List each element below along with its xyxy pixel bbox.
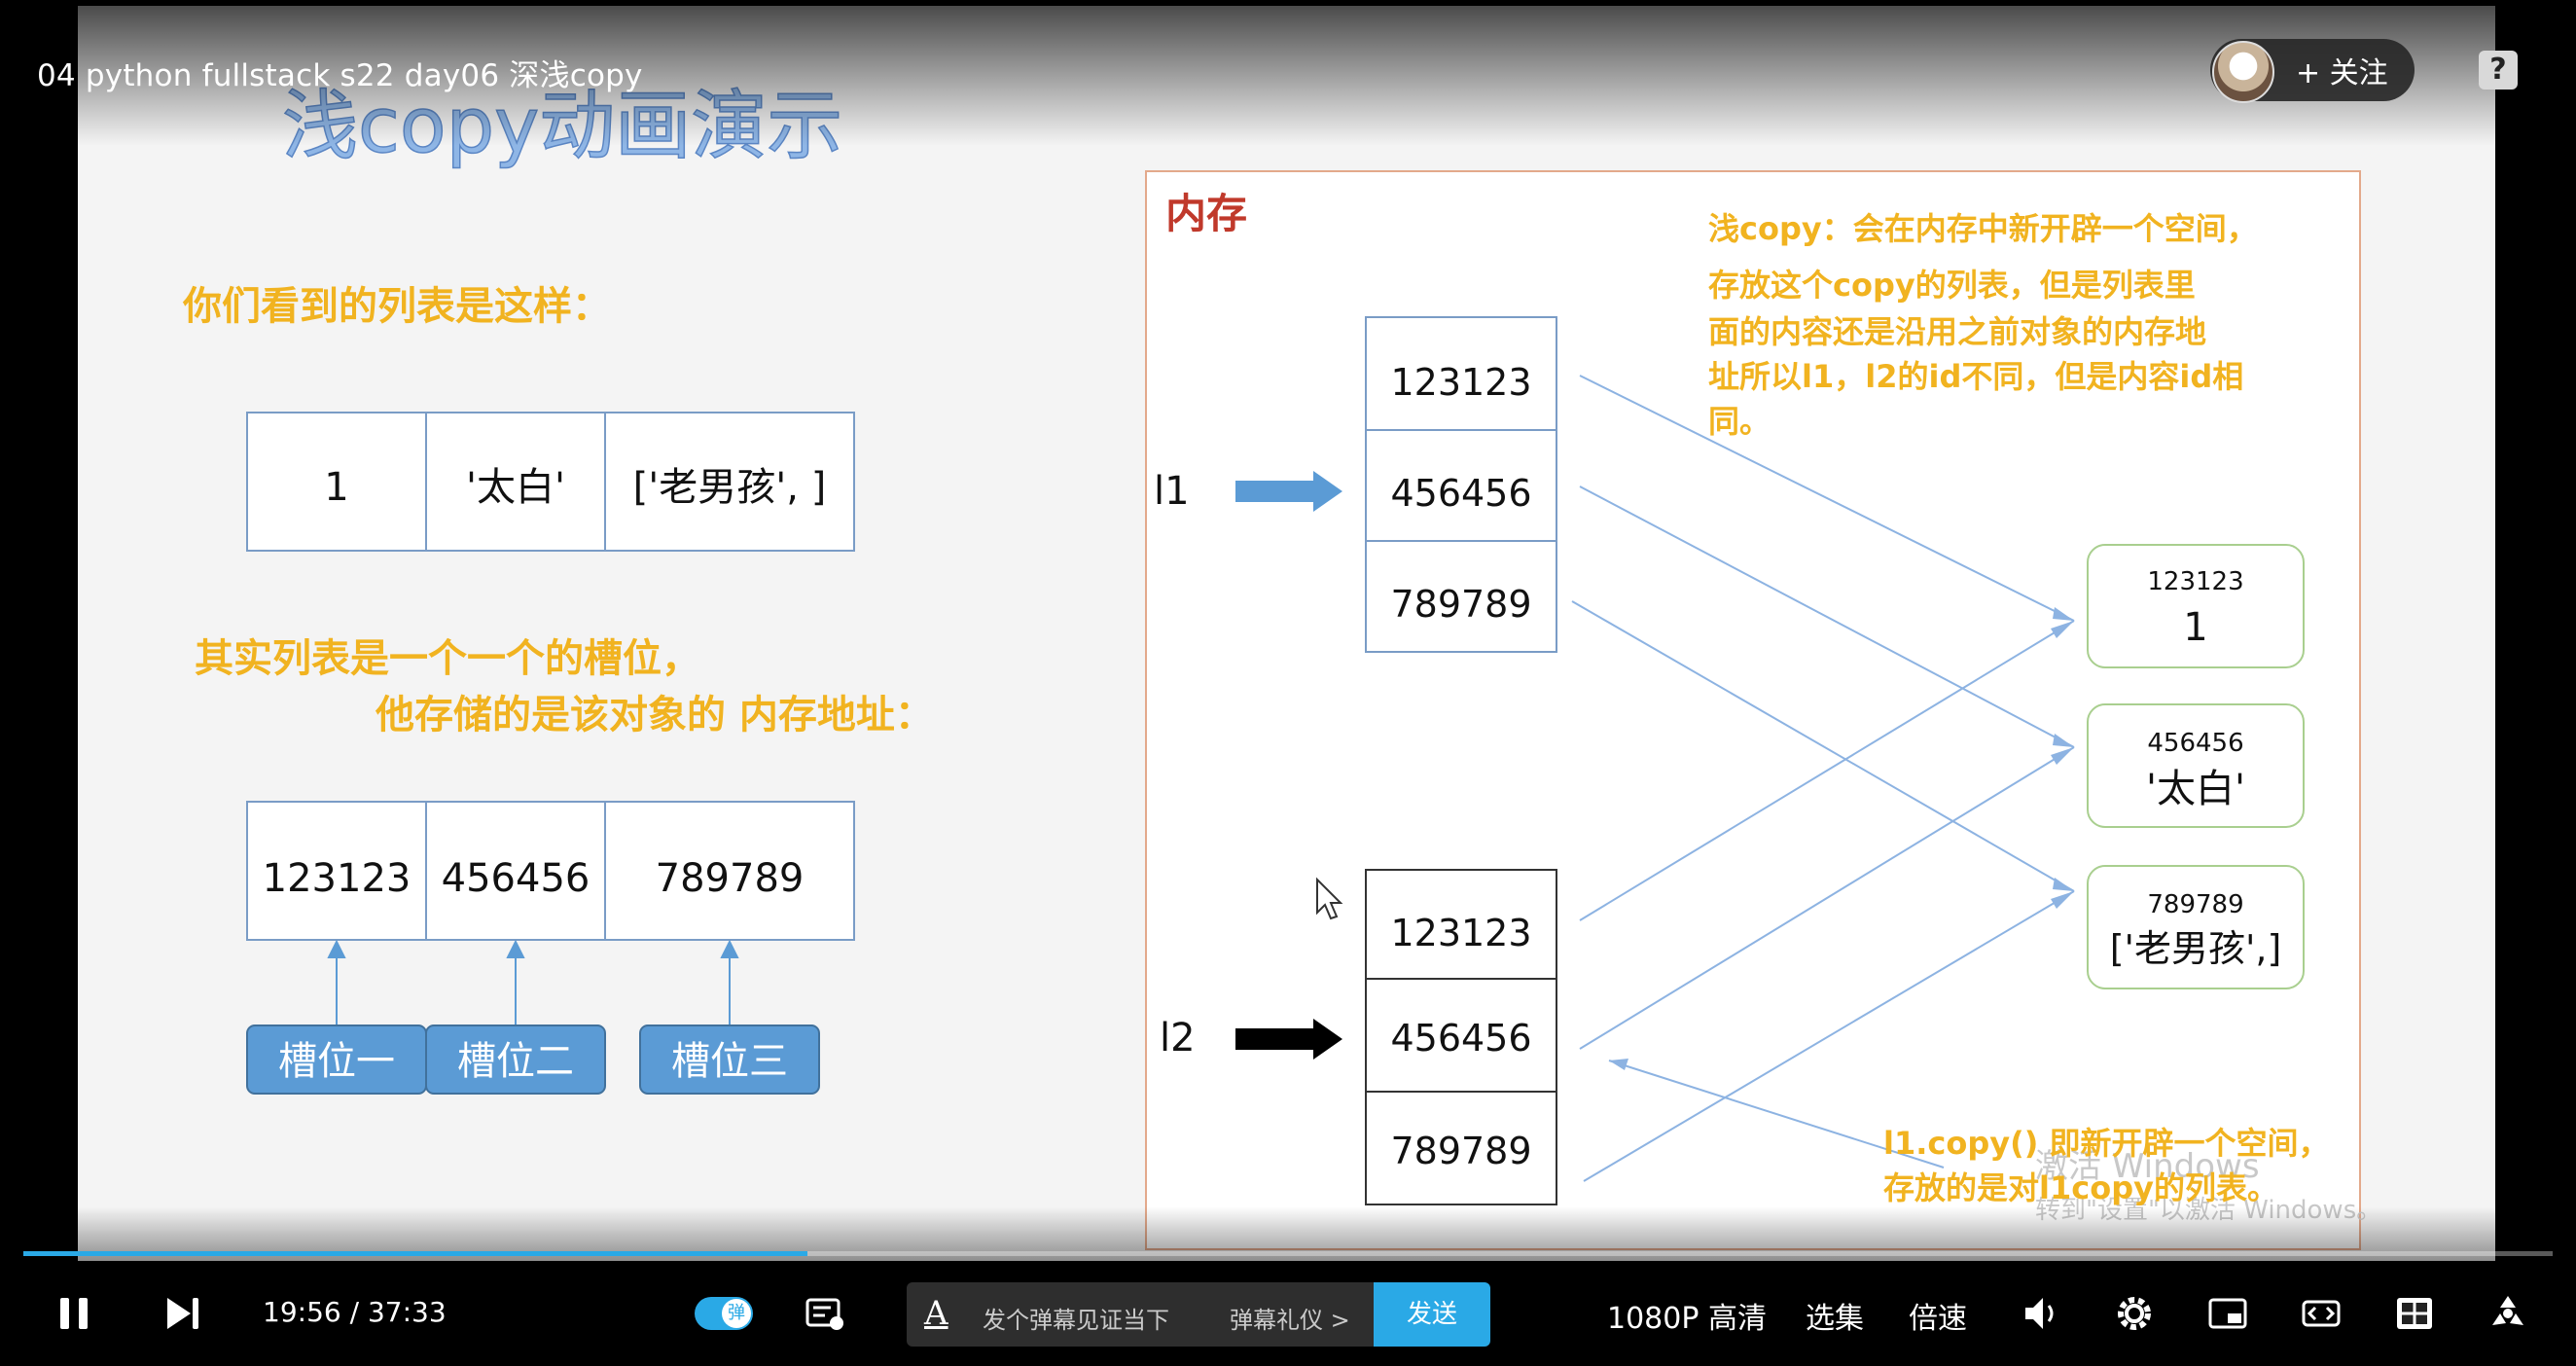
- danmaku-toggle[interactable]: 弹: [695, 1297, 753, 1330]
- l2-label: l2: [1160, 1016, 1196, 1060]
- slot-labels: 槽位一 槽位二 槽位三: [246, 1024, 820, 1095]
- object-address: 456456: [2147, 729, 2243, 758]
- note-line: 址所以l1，l2的id不同，但是内容id相: [1708, 358, 2243, 395]
- slide-canvas: 浅copy动画演示 你们看到的列表是这样： 1 '太白' ['老男孩', ] 其…: [182, 82, 2381, 1250]
- l1-cell: 123123: [1390, 361, 1531, 404]
- danmaku-input[interactable]: A 发个弹幕见证当下 弹幕礼仪 >: [907, 1282, 1374, 1347]
- volume-icon[interactable]: [2021, 1292, 2064, 1335]
- web-fullscreen-icon[interactable]: [2393, 1292, 2436, 1335]
- object-value: ['老男孩',]: [2110, 927, 2282, 970]
- list-table: 1 '太白' ['老男孩', ]: [246, 412, 855, 552]
- follow-button[interactable]: + 关注: [2296, 49, 2388, 91]
- episodes-button[interactable]: 选集: [1806, 1294, 1864, 1337]
- address-cell: 456456: [442, 856, 590, 901]
- l2-list: 123123 456456 789789: [1365, 869, 1557, 1205]
- pause-icon[interactable]: [54, 1292, 97, 1335]
- help-icon[interactable]: ?: [2479, 51, 2518, 90]
- fullscreen-icon[interactable]: [2487, 1292, 2529, 1335]
- total-time: 37:33: [367, 1296, 447, 1328]
- l2-cell: 123123: [1390, 912, 1531, 954]
- object-address: 123123: [2147, 567, 2243, 596]
- caption-slots-line2: 他存储的是该对象的 内存地址：: [375, 693, 934, 737]
- next-icon[interactable]: [161, 1292, 204, 1335]
- slot-label: 槽位二: [457, 1039, 574, 1084]
- caption-list-looks: 你们看到的列表是这样：: [182, 284, 611, 329]
- memory-header: 内存: [1165, 190, 1247, 237]
- slot-label: 槽位三: [671, 1039, 788, 1084]
- l1-cell: 456456: [1390, 472, 1531, 515]
- danmaku-settings-icon[interactable]: [804, 1292, 846, 1335]
- danmaku-toggle-knob: 弹: [722, 1299, 751, 1328]
- current-time: 19:56: [263, 1296, 341, 1328]
- note-line: 同。: [1708, 403, 1771, 440]
- l1-label: l1: [1154, 469, 1190, 514]
- note-line: 面的内容还是沿用之前对象的内存地: [1708, 313, 2206, 350]
- list-cell: 1: [324, 465, 348, 510]
- send-danmaku-button[interactable]: 发送: [1374, 1282, 1490, 1347]
- speed-button[interactable]: 倍速: [1909, 1294, 1967, 1337]
- object-address: 789789: [2147, 890, 2243, 919]
- slot-arrows: [327, 939, 739, 1027]
- bottom-note-line2: 存放的是对l1copy的列表。: [1883, 1169, 2278, 1206]
- progress-fill: [23, 1251, 807, 1256]
- l1-list: 123123 456456 789789: [1365, 316, 1557, 653]
- danmaku-style-icon[interactable]: A: [924, 1294, 948, 1333]
- list-cell: ['老男孩', ]: [633, 465, 827, 510]
- danmaku-placeholder: 发个弹幕见证当下: [983, 1307, 1169, 1334]
- address-table: 123123 456456 789789: [246, 801, 855, 941]
- widescreen-icon[interactable]: [2300, 1292, 2343, 1335]
- caption-slots-line1: 其实列表是一个一个的槽位，: [195, 636, 700, 681]
- address-cell: 789789: [656, 856, 805, 901]
- note-line: 存放这个copy的列表，但是列表里: [1708, 267, 2196, 304]
- address-cell: 123123: [263, 856, 411, 901]
- time-separator: /: [349, 1296, 368, 1328]
- settings-gear-icon[interactable]: [2113, 1292, 2156, 1335]
- object-value: '太白': [2146, 767, 2245, 811]
- l2-cell: 789789: [1390, 1130, 1531, 1172]
- slot-label: 槽位一: [278, 1039, 395, 1084]
- bottom-note-line1: l1.copy() 即新开辟一个空间，: [1883, 1125, 2330, 1162]
- video-title: 04 python fullstack s22 day06 深浅copy: [37, 58, 643, 93]
- uploader-avatar[interactable]: [2212, 41, 2274, 103]
- object-value: 1: [2183, 605, 2207, 650]
- memory-objects: 123123 1 456456 '太白' 789789 ['老男孩',]: [2087, 544, 2305, 989]
- danmaku-etiquette-link[interactable]: 弹幕礼仪 >: [1230, 1301, 1350, 1335]
- video-frame: 浅copy动画演示 你们看到的列表是这样： 1 '太白' ['老男孩', ] 其…: [78, 6, 2495, 1261]
- progress-bar[interactable]: [23, 1251, 2553, 1256]
- l2-cell: 456456: [1390, 1017, 1531, 1060]
- playback-time: 19:56 / 37:33: [263, 1296, 447, 1328]
- list-cell: '太白': [466, 465, 565, 510]
- note-line: 浅copy：会在内存中新开辟一个空间，: [1708, 210, 2258, 247]
- l1-cell: 789789: [1390, 583, 1531, 626]
- quality-button[interactable]: 1080P 高清: [1607, 1294, 1767, 1337]
- picture-in-picture-icon[interactable]: [2206, 1292, 2249, 1335]
- video-player[interactable]: 浅copy动画演示 你们看到的列表是这样： 1 '太白' ['老男孩', ] 其…: [0, 0, 2576, 1366]
